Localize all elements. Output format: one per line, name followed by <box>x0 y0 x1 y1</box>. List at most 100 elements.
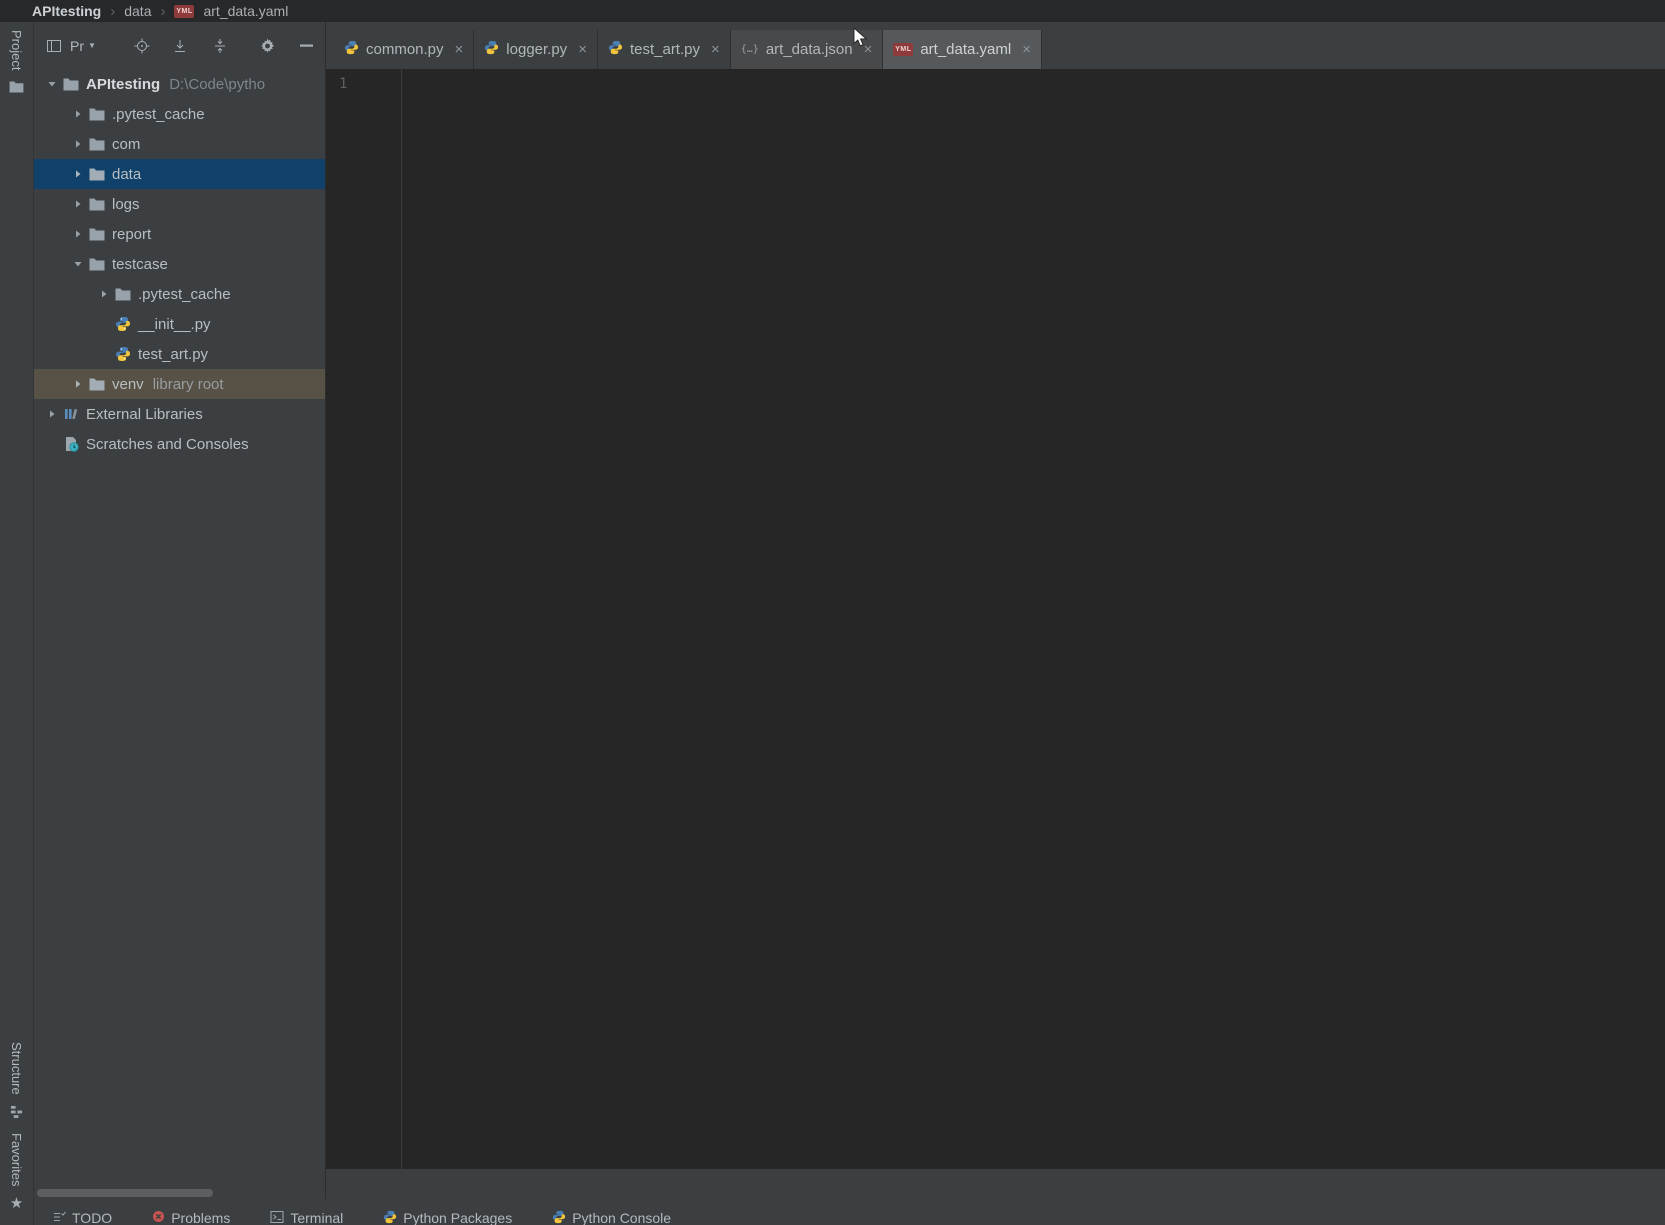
yaml-file-icon: YML <box>893 43 914 56</box>
expand-all-button[interactable] <box>172 38 188 54</box>
tab-label: test_art.py <box>629 41 700 58</box>
tree-item-init-py[interactable]: __init__.py <box>34 309 325 339</box>
tree-item-testcase[interactable]: testcase <box>34 249 325 279</box>
line-number: 1 <box>339 76 348 92</box>
tree-item-pytest-cache[interactable]: .pytest_cache <box>34 99 325 129</box>
breadcrumb: APItesting › data › YML art_data.yaml <box>0 0 1665 22</box>
pycharm-window: APItesting › data › YML art_data.yaml Pr… <box>0 0 1665 1225</box>
terminal-icon <box>270 1210 284 1225</box>
tool-strip-project-button[interactable]: Project <box>9 30 24 70</box>
horizontal-scrollbar[interactable] <box>37 1189 213 1197</box>
favorites-star-icon[interactable]: ★ <box>10 1196 23 1211</box>
chevron-right-icon[interactable] <box>72 379 84 389</box>
python-file-icon <box>114 346 132 362</box>
folder-icon <box>88 258 106 271</box>
tree-item-scratches-and-consoles[interactable]: Scratches and Consoles <box>34 429 325 459</box>
chevron-right-icon[interactable] <box>46 409 58 419</box>
tree-item-root-apitesting[interactable]: APItesting D:\Code\pytho <box>34 69 325 99</box>
folder-icon <box>62 78 80 91</box>
structure-icon[interactable] <box>10 1105 23 1123</box>
tree-item-testcase-pytest-cache[interactable]: .pytest_cache <box>34 279 325 309</box>
python-file-icon <box>114 316 132 332</box>
collapse-all-button[interactable] <box>212 38 228 54</box>
todo-button[interactable]: TODO <box>52 1210 112 1225</box>
tool-strip-favorites-button[interactable]: Favorites <box>9 1133 24 1186</box>
editor-tab-bar: common.py × logger.py × test_art.py × {…… <box>326 22 1665 69</box>
project-panel: Pr ▼ APItesting D:\Code\pytho .pytest_ca… <box>34 22 326 1199</box>
yaml-file-icon: YML <box>174 4 195 18</box>
scratches-icon <box>62 436 80 452</box>
tree-item-logs[interactable]: logs <box>34 189 325 219</box>
breadcrumb-separator-icon: › <box>110 2 116 20</box>
terminal-button[interactable]: Terminal <box>270 1210 343 1225</box>
chevron-right-icon[interactable] <box>72 139 84 149</box>
close-tab-icon[interactable]: × <box>455 41 464 58</box>
tab-art-data-json[interactable]: {…} art_data.json × <box>730 30 884 69</box>
library-root-badge: library root <box>152 375 224 393</box>
tab-label: art_data.json <box>765 41 853 58</box>
folder-icon <box>88 228 106 241</box>
chevron-down-icon: ▼ <box>88 41 96 50</box>
chevron-right-icon[interactable] <box>72 109 84 119</box>
settings-gear-icon[interactable] <box>260 38 275 53</box>
breadcrumb-project[interactable]: APItesting <box>32 3 101 19</box>
external-libraries-icon <box>62 406 80 422</box>
chevron-right-icon[interactable] <box>98 289 110 299</box>
problems-button[interactable]: Problems <box>152 1210 230 1225</box>
folder-icon <box>88 378 106 391</box>
python-packages-icon <box>383 1210 397 1225</box>
folder-icon <box>88 198 106 211</box>
breadcrumb-folder[interactable]: data <box>124 3 151 19</box>
project-path: D:\Code\pytho <box>169 75 266 93</box>
tab-label: art_data.yaml <box>920 41 1012 58</box>
tree-item-external-libraries[interactable]: External Libraries <box>34 399 325 429</box>
project-tree: APItesting D:\Code\pytho .pytest_cache c… <box>34 69 325 1185</box>
project-panel-toolbar: Pr ▼ <box>34 22 325 69</box>
chevron-right-icon[interactable] <box>72 169 84 179</box>
tab-art-data-yaml[interactable]: YML art_data.yaml × <box>883 30 1042 69</box>
tree-item-venv[interactable]: venv library root <box>34 369 325 399</box>
chevron-down-icon[interactable] <box>46 79 58 89</box>
chevron-right-icon[interactable] <box>72 229 84 239</box>
json-file-icon: {…} <box>740 44 759 55</box>
tool-strip-structure-button[interactable]: Structure <box>9 1042 24 1095</box>
python-file-icon <box>608 40 623 59</box>
close-tab-icon[interactable]: × <box>864 41 873 58</box>
chevron-down-icon[interactable] <box>72 259 84 269</box>
close-tab-icon[interactable]: × <box>578 41 587 58</box>
folder-icon <box>88 168 106 181</box>
python-console-icon <box>552 1210 566 1225</box>
folder-icon <box>88 108 106 121</box>
bottom-tool-bar: TODO Problems Terminal Python Packages P… <box>34 1199 1665 1225</box>
tree-item-com[interactable]: com <box>34 129 325 159</box>
breadcrumb-file[interactable]: art_data.yaml <box>203 3 288 19</box>
chevron-right-icon[interactable] <box>72 199 84 209</box>
tab-logger-py[interactable]: logger.py × <box>474 30 598 69</box>
project-view-pane-icon[interactable] <box>46 38 62 54</box>
folder-icon <box>114 288 132 301</box>
editor-zone: common.py × logger.py × test_art.py × {…… <box>326 22 1665 1225</box>
problems-icon <box>152 1210 165 1225</box>
close-tab-icon[interactable]: × <box>1022 41 1031 58</box>
editor[interactable]: 1 <box>326 69 1665 1169</box>
hide-panel-button[interactable] <box>300 44 313 47</box>
todo-icon <box>52 1210 66 1225</box>
python-console-button[interactable]: Python Console <box>552 1210 671 1225</box>
tree-item-test-art-py[interactable]: test_art.py <box>34 339 325 369</box>
tab-test-art-py[interactable]: test_art.py × <box>598 30 731 69</box>
project-view-selector[interactable]: Pr ▼ <box>70 38 96 54</box>
tree-item-data[interactable]: data <box>34 159 325 189</box>
breadcrumb-separator-icon: › <box>160 2 166 20</box>
folder-icon <box>88 138 106 151</box>
locate-file-button[interactable] <box>134 38 150 54</box>
python-file-icon <box>484 40 499 59</box>
project-tool-window-icon[interactable] <box>9 80 24 98</box>
gutter-separator <box>401 69 402 1169</box>
close-tab-icon[interactable]: × <box>711 41 720 58</box>
tab-label: common.py <box>366 41 444 58</box>
python-packages-button[interactable]: Python Packages <box>383 1210 512 1225</box>
tab-common-py[interactable]: common.py × <box>334 30 475 69</box>
tab-label: logger.py <box>506 41 568 58</box>
tree-item-report[interactable]: report <box>34 219 325 249</box>
left-tool-strip: Project Structure Favorites ★ <box>0 22 34 1225</box>
